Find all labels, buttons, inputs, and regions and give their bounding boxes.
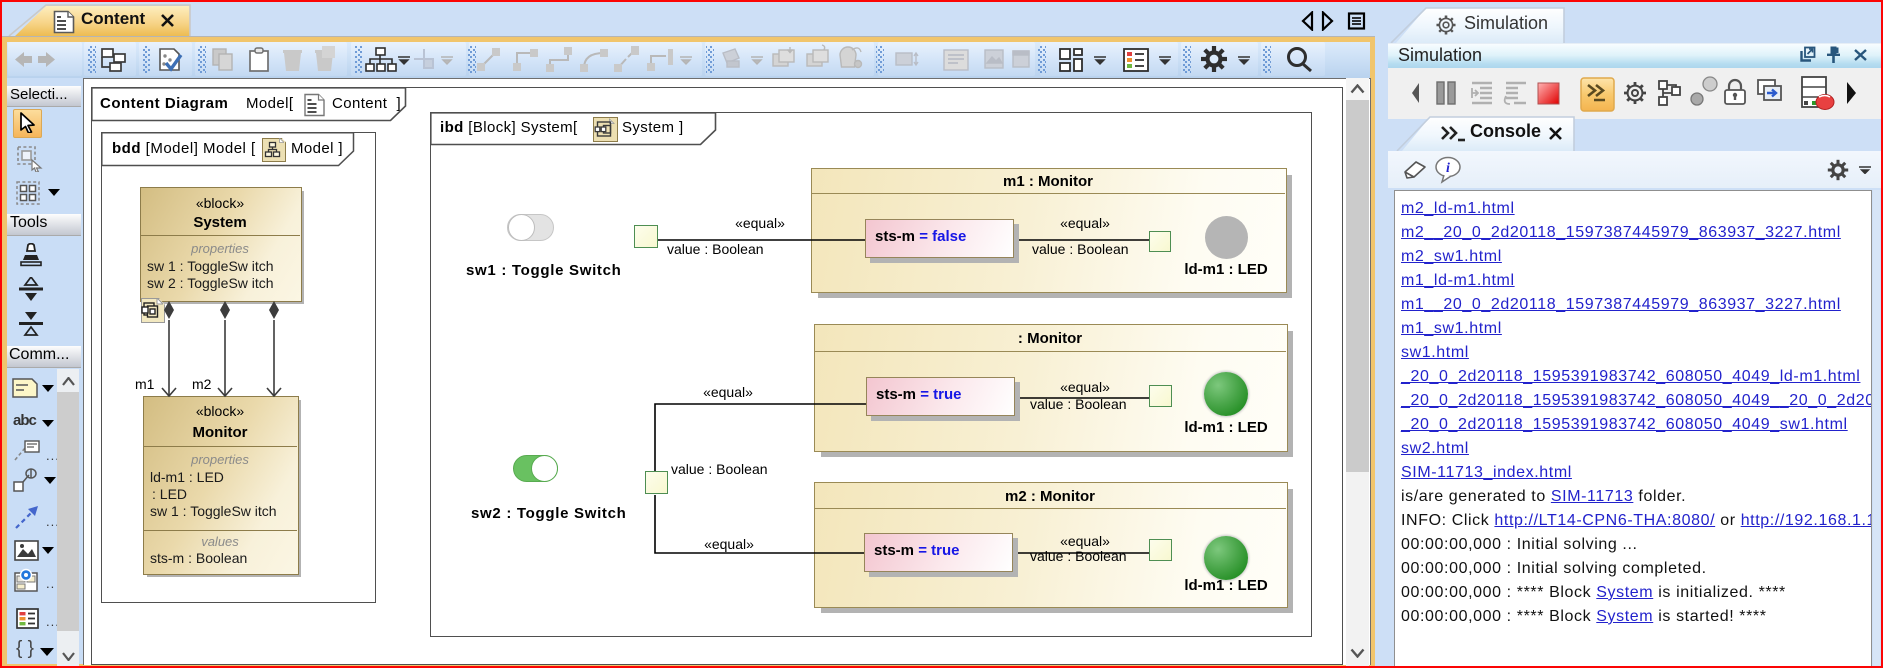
svg-text:i: i <box>1446 161 1450 176</box>
